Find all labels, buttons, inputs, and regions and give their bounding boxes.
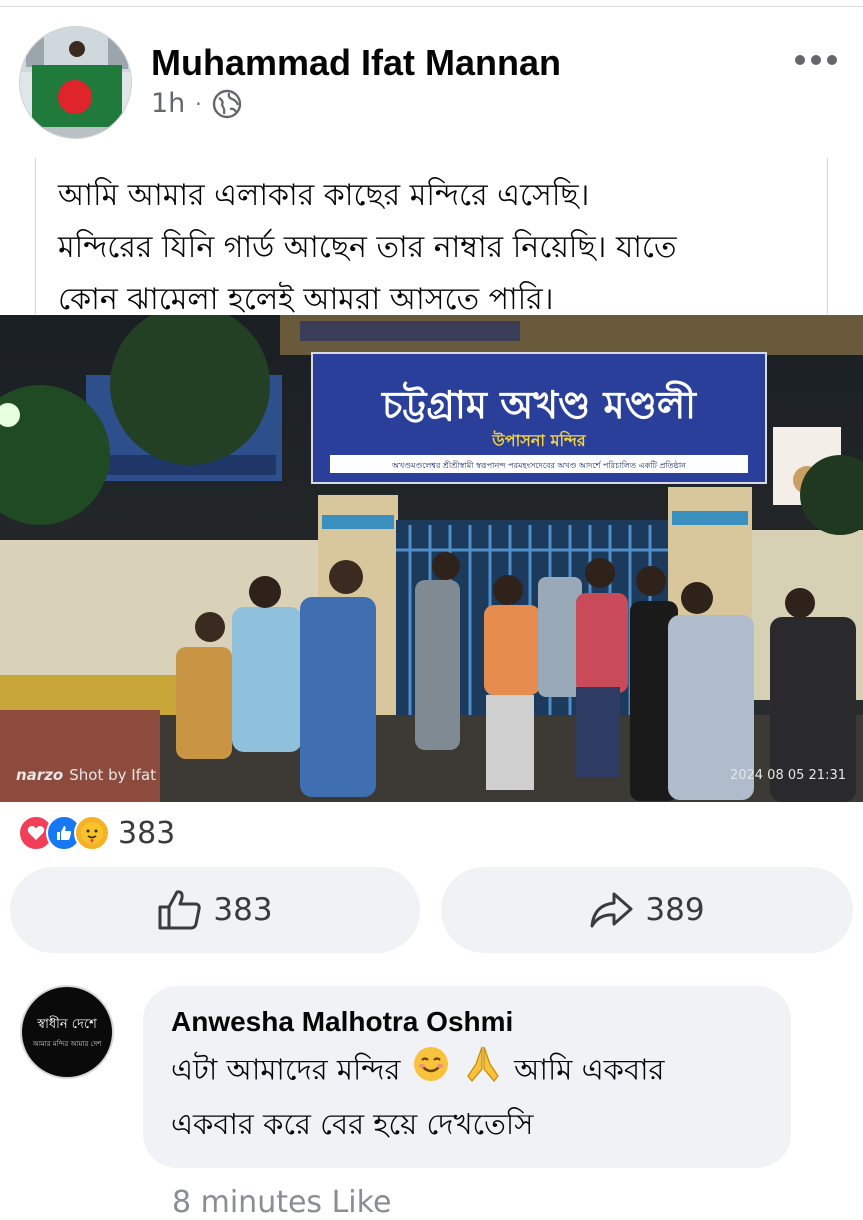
avatar-photo: [20, 27, 131, 138]
photo-timestamp: 2024 08 05 21:31: [729, 768, 846, 783]
post-photo[interactable]: চট্টগ্রাম অখণ্ড মণ্ডলী উপাসনা মন্দির অখণ…: [0, 315, 863, 802]
share-button[interactable]: 389: [441, 867, 853, 953]
smiling-face-emoji-icon: [412, 1045, 450, 1098]
like-count: 383: [213, 892, 273, 928]
post-author-name[interactable]: Muhammad Ifat Mannan: [151, 42, 561, 84]
post-time[interactable]: 1h: [151, 88, 185, 119]
reaction-count: 383: [118, 815, 176, 851]
comment-text-part: একবার করে বের হয়ে দেখতেসি: [171, 1107, 534, 1141]
avatar-text-line: স্বাধীন দেশে: [37, 1016, 97, 1032]
partial-next-row: 8 minutes Like: [172, 1185, 392, 1220]
author-avatar[interactable]: [19, 26, 132, 139]
more-options-icon[interactable]: [795, 55, 837, 65]
post-text-line: আমি আমার এলাকার কাছের মন্দিরে এসেছি।: [58, 178, 590, 213]
comment-text: এটা আমাদের মন্দির আমি একবার একবার করে বে…: [171, 1044, 763, 1149]
top-divider: [0, 6, 863, 7]
meta-separator: ·: [195, 91, 202, 116]
more-dot: [827, 55, 837, 65]
comment-bubble: Anwesha Malhotra Oshmi এটা আমাদের মন্দির…: [143, 986, 791, 1168]
post-text: আমি আমার এলাকার কাছের মন্দিরে এসেছি। মন্…: [35, 158, 828, 317]
share-arrow-icon: [590, 892, 633, 928]
folded-hands-emoji-icon: [463, 1044, 503, 1099]
avatar-text-line: আমার মন্দির আমার দেশ: [32, 1039, 102, 1048]
sign-main-text: চট্টগ্রাম অখণ্ড মণ্ডলী: [380, 380, 697, 427]
share-count: 389: [645, 892, 705, 928]
watermark-text: Shot by Ifat: [69, 766, 157, 784]
like-button[interactable]: 383: [10, 867, 420, 953]
globe-icon: [212, 89, 242, 119]
more-dot: [811, 55, 821, 65]
post-text-line: মন্দিরের যিনি গার্ড আছেন তার নাম্বার নিয…: [58, 230, 677, 265]
temple-photo-scene: চট্টগ্রাম অখণ্ড মণ্ডলী উপাসনা মন্দির অখণ…: [0, 315, 863, 802]
thumbs-up-icon: [158, 890, 202, 930]
camera-watermark: narzo Shot by Ifat: [16, 766, 156, 784]
commenter-name[interactable]: Anwesha Malhotra Oshmi: [171, 1006, 763, 1038]
care-reaction-icon: [74, 815, 110, 851]
watermark-brand: narzo: [16, 766, 64, 784]
comment-text-part: এটা আমাদের মন্দির: [171, 1052, 401, 1087]
commenter-avatar[interactable]: স্বাধীন দেশে আমার মন্দির আমার দেশ: [20, 985, 114, 1079]
comment-text-part: আমি একবার: [514, 1052, 665, 1087]
reactions-summary[interactable]: 383: [18, 814, 175, 852]
sign-sub-text: উপাসনা মন্দির: [491, 430, 587, 450]
sign-bottom-text: অখণ্ডমণ্ডলেশ্বর শ্রীশ্রীস্বামী স্বরূপানন…: [391, 460, 686, 470]
more-dot: [795, 55, 805, 65]
post-meta: 1h ·: [151, 88, 242, 119]
